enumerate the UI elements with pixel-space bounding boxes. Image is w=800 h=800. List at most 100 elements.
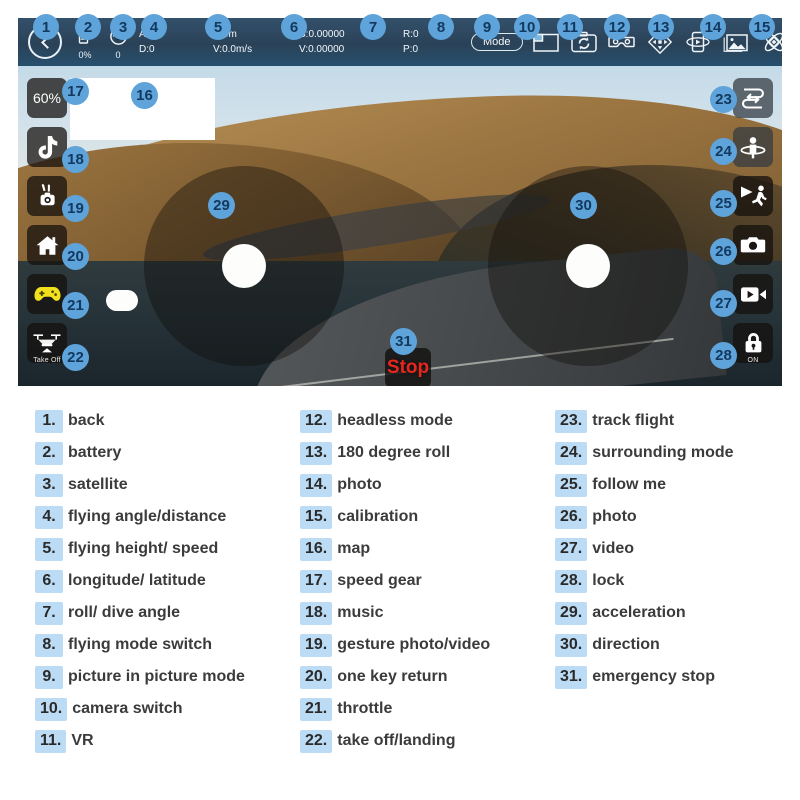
track-flight-icon [741,87,764,109]
legend-number: 19. [300,633,333,657]
video-camera-icon [740,286,766,302]
legend-item: 21. throttle [300,693,490,725]
legend-number: 18. [300,601,333,625]
gamepad-icon [33,287,61,301]
follow-me-button[interactable] [733,176,773,216]
legend-label: flying height/ speed [68,540,219,557]
legend-number: 26. [555,505,588,529]
throttle-button[interactable] [27,274,67,314]
callout-1: 1 [33,14,59,40]
speed-gear-value: 60% [32,90,62,106]
legend-item: 24. surrounding mode [555,437,734,469]
legend-item: 3. satellite [35,469,245,501]
callout-7: 7 [360,14,386,40]
take-off-caption: Take Off [33,357,61,364]
legend-number: 14. [300,473,333,497]
legend-item: 13. 180 degree roll [300,437,490,469]
legend-item: 17. speed gear [300,565,490,597]
legend-item: 25. follow me [555,469,734,501]
callout-16: 16 [131,82,158,109]
lock-caption: ON [747,357,759,364]
legend-item: 27. video [555,533,734,565]
gesture-hand-camera-icon [40,184,55,206]
callout-17: 17 [62,78,89,105]
photo-button[interactable] [722,29,750,55]
take-off-button[interactable]: Take Off [27,323,67,364]
legend-item: 29. acceleration [555,597,734,629]
legend-number: 21. [300,697,333,721]
callout-24: 24 [710,138,737,165]
callout-2: 2 [75,14,101,40]
legend-label: video [592,540,635,557]
track-flight-button[interactable] [733,78,773,118]
legend-label: satellite [68,476,128,493]
legend-label: photo [337,476,382,493]
legend-label: VR [71,732,94,749]
callout-29: 29 [208,192,235,219]
callout-12: 12 [604,14,630,40]
callout-18: 18 [62,146,89,173]
legend-column-3: 23. track flight 24. surrounding mode 25. f… [555,405,734,693]
legend-number: 16. [300,537,333,561]
legend-number: 7. [35,601,63,625]
legend-column-2: 12. headless mode 13. 180 degree roll 14. p… [300,405,490,757]
lock-icon [745,332,761,352]
left-joystick-knob[interactable] [222,244,266,288]
longitude-value: S:0.00000 [299,29,345,40]
legend-label: acceleration [592,604,686,621]
left-button-rail: 60% Take Off [27,78,67,364]
legend-number: 8. [35,633,63,657]
legend-number: 17. [300,569,333,593]
latitude-value: V:0.00000 [299,44,345,55]
legend-label: camera switch [72,700,183,717]
legend-item: 30. direction [555,629,734,661]
flying-speed-value: V:0.0m/s [213,44,253,55]
gesture-photo-button[interactable] [27,176,67,216]
coordinates-readout: S:0.00000 V:0.00000 [299,27,403,57]
one-key-return-button[interactable] [27,225,67,265]
legend-label: music [337,604,384,621]
legend-item: 7. roll/ dive angle [35,597,245,629]
speed-gear-button[interactable]: 60% [27,78,67,118]
legend-number: 20. [300,665,333,689]
camera-icon [740,237,766,253]
legend-item: 16. map [300,533,490,565]
legend-number: 23. [555,409,588,433]
left-joystick-acceleration[interactable] [144,166,344,366]
video-record-button[interactable] [733,274,773,314]
callout-14: 14 [700,14,726,40]
lock-button[interactable]: ON [733,323,773,364]
throttle-slider-handle[interactable] [106,290,138,311]
callout-30: 30 [570,192,597,219]
legend-label: gesture photo/video [337,636,491,653]
legend-number: 9. [35,665,63,689]
legend-item: 10. camera switch [35,693,245,725]
photo-capture-button[interactable] [733,225,773,265]
legend-label: calibration [337,508,419,525]
surrounding-orbit-icon [740,136,766,158]
callout-4: 4 [141,14,167,40]
right-joystick-knob[interactable] [566,244,610,288]
legend-label: roll/ dive angle [68,604,181,621]
legend-item: 20. one key return [300,661,490,693]
callout-13: 13 [648,14,674,40]
legend-column-1: 1. back 2. battery 3. satellite 4. flying an… [35,405,245,757]
legend-label: longitude/ latitude [68,572,206,589]
legend-number: 11. [35,729,67,753]
legend-label: flying mode switch [68,636,213,653]
surrounding-mode-button[interactable] [733,127,773,167]
legend-label: emergency stop [592,668,715,685]
legend-item: 5. flying height/ speed [35,533,245,565]
legend-item: 12. headless mode [300,405,490,437]
callout-8: 8 [428,14,454,40]
music-button[interactable] [27,127,67,167]
satellite-value: 0 [115,49,121,60]
legend-label: surrounding mode [592,444,734,461]
legend-label: follow me [592,476,667,493]
callout-21: 21 [62,292,89,319]
callout-19: 19 [62,195,89,222]
legend-item: 22. take off/landing [300,725,490,757]
legend-item: 18. music [300,597,490,629]
legend-label: battery [68,444,122,461]
callout-3: 3 [110,14,136,40]
